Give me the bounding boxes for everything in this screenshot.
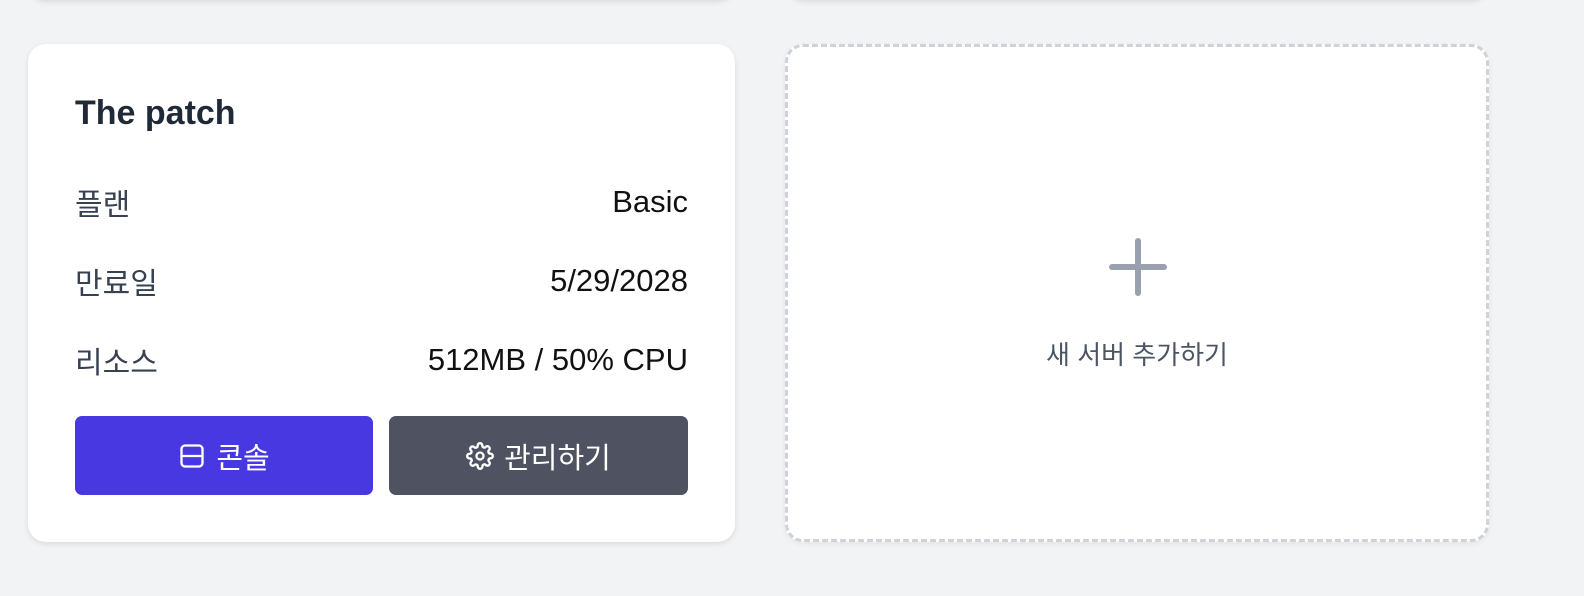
- plan-row: 플랜 Basic: [75, 182, 688, 222]
- resources-label: 리소스: [75, 347, 158, 380]
- manage-button[interactable]: 관리하기: [389, 416, 688, 495]
- console-icon: [178, 442, 206, 470]
- gear-icon: [466, 441, 495, 470]
- resources-row: 리소스 512MB / 50% CPU: [75, 340, 688, 380]
- expiry-row: 만료일 5/29/2028: [75, 261, 688, 301]
- plus-icon: [1108, 237, 1168, 302]
- add-server-label: 새 서버 추가하기: [1046, 340, 1228, 370]
- plan-value: Basic: [612, 184, 688, 219]
- manage-button-label: 관리하기: [504, 442, 611, 475]
- expiry-value: 5/29/2028: [550, 263, 688, 298]
- expiry-label: 만료일: [75, 268, 158, 301]
- server-card: The patch 플랜 Basic 만료일 5/29/2028 리소스 512…: [28, 44, 735, 542]
- resources-value: 512MB / 50% CPU: [427, 342, 688, 377]
- plan-label: 플랜: [75, 189, 131, 222]
- console-button-label: 콘솔: [216, 442, 270, 475]
- console-button[interactable]: 콘솔: [75, 416, 373, 495]
- server-title: The patch: [75, 94, 236, 132]
- add-server-card[interactable]: 새 서버 추가하기: [785, 44, 1489, 542]
